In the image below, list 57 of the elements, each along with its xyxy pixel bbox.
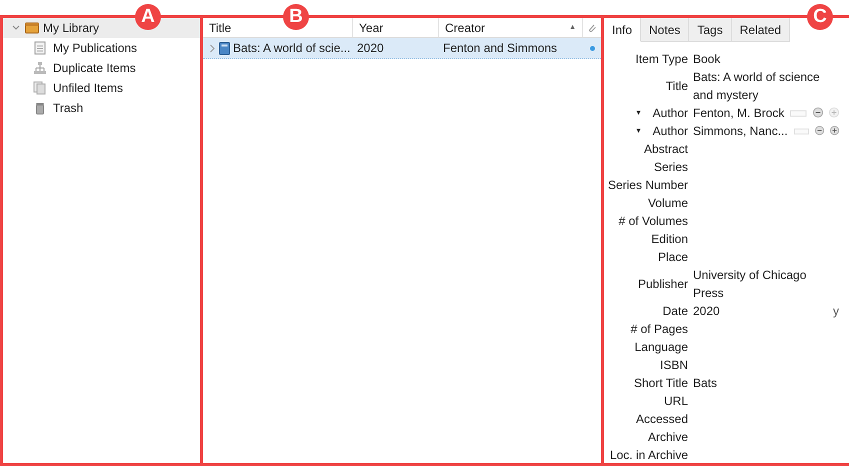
library-icon — [25, 22, 39, 34]
column-header[interactable]: Year — [353, 18, 439, 37]
collection-item[interactable]: Unfiled Items — [3, 78, 200, 98]
field-label: Short Title — [634, 375, 688, 392]
field-label: Loc. in Archive — [610, 447, 688, 463]
field-value[interactable]: Book — [693, 50, 720, 68]
book-icon — [219, 42, 230, 54]
field-label: Publisher — [638, 276, 688, 293]
field-label: Series Number — [608, 177, 688, 194]
dropdown-icon[interactable]: ▾ — [636, 104, 641, 122]
tab[interactable]: Tags — [689, 18, 732, 42]
year-cell-text: 2020 — [356, 41, 385, 55]
field-value[interactable]: 2020 — [693, 302, 720, 320]
field-value[interactable]: Bats: A world of science and mystery — [693, 68, 839, 104]
creator-cell-text: Fenton and Simmons — [442, 41, 558, 55]
paperclip-icon[interactable] — [587, 22, 597, 32]
field-label: Accessed — [636, 411, 688, 428]
marker-badge: A — [135, 4, 161, 30]
field-label: Author — [652, 123, 688, 140]
marker-badge: C — [807, 4, 833, 30]
hierarchy-icon — [33, 61, 47, 75]
field-label: Edition — [651, 231, 688, 248]
field-label: ISBN — [660, 357, 688, 374]
field-label: # of Pages — [630, 321, 688, 338]
field-label: Abstract — [644, 141, 688, 158]
field-label: Date — [662, 303, 688, 320]
plus-icon[interactable] — [830, 125, 839, 136]
field-value[interactable]: Bats — [693, 374, 718, 392]
trash-icon — [33, 101, 47, 115]
tab[interactable]: Notes — [641, 18, 690, 42]
collection-item[interactable]: Trash — [3, 98, 200, 118]
field-label: Series — [654, 159, 688, 176]
field-value[interactable]: Simmons, Nanc... — [693, 122, 788, 140]
item-row[interactable]: Bats: A world of scie... 2020 Fenton and Simmons — [203, 38, 601, 59]
field-label: # of Volumes — [618, 213, 688, 230]
field-label: Title — [666, 78, 688, 95]
title-cell: Bats: A world of scie... — [233, 41, 350, 55]
field-label: Place — [658, 249, 688, 266]
minus-icon[interactable] — [814, 125, 824, 136]
date-format-indicator: y — [833, 303, 839, 320]
collection-item[interactable]: Duplicate Items — [3, 58, 200, 78]
field-label: Volume — [648, 195, 688, 212]
field-label: Archive — [648, 429, 688, 446]
field-label: Language — [634, 339, 688, 356]
field-label: Item Type — [636, 51, 688, 68]
field-value[interactable]: University of Chicago Press — [693, 266, 839, 302]
chevron-icon[interactable] — [209, 44, 216, 52]
field-value[interactable]: Fenton, M. Brock — [693, 104, 784, 122]
tab[interactable]: Related — [732, 18, 790, 42]
field-label: Author — [652, 105, 688, 122]
field-label: URL — [664, 393, 688, 410]
minus-icon[interactable] — [812, 107, 823, 118]
marker-badge: B — [283, 4, 309, 30]
pages-icon — [33, 81, 47, 95]
collection-item[interactable]: My Publications — [3, 38, 200, 58]
document-icon — [33, 41, 47, 55]
dropdown-icon[interactable]: ▾ — [636, 122, 641, 140]
